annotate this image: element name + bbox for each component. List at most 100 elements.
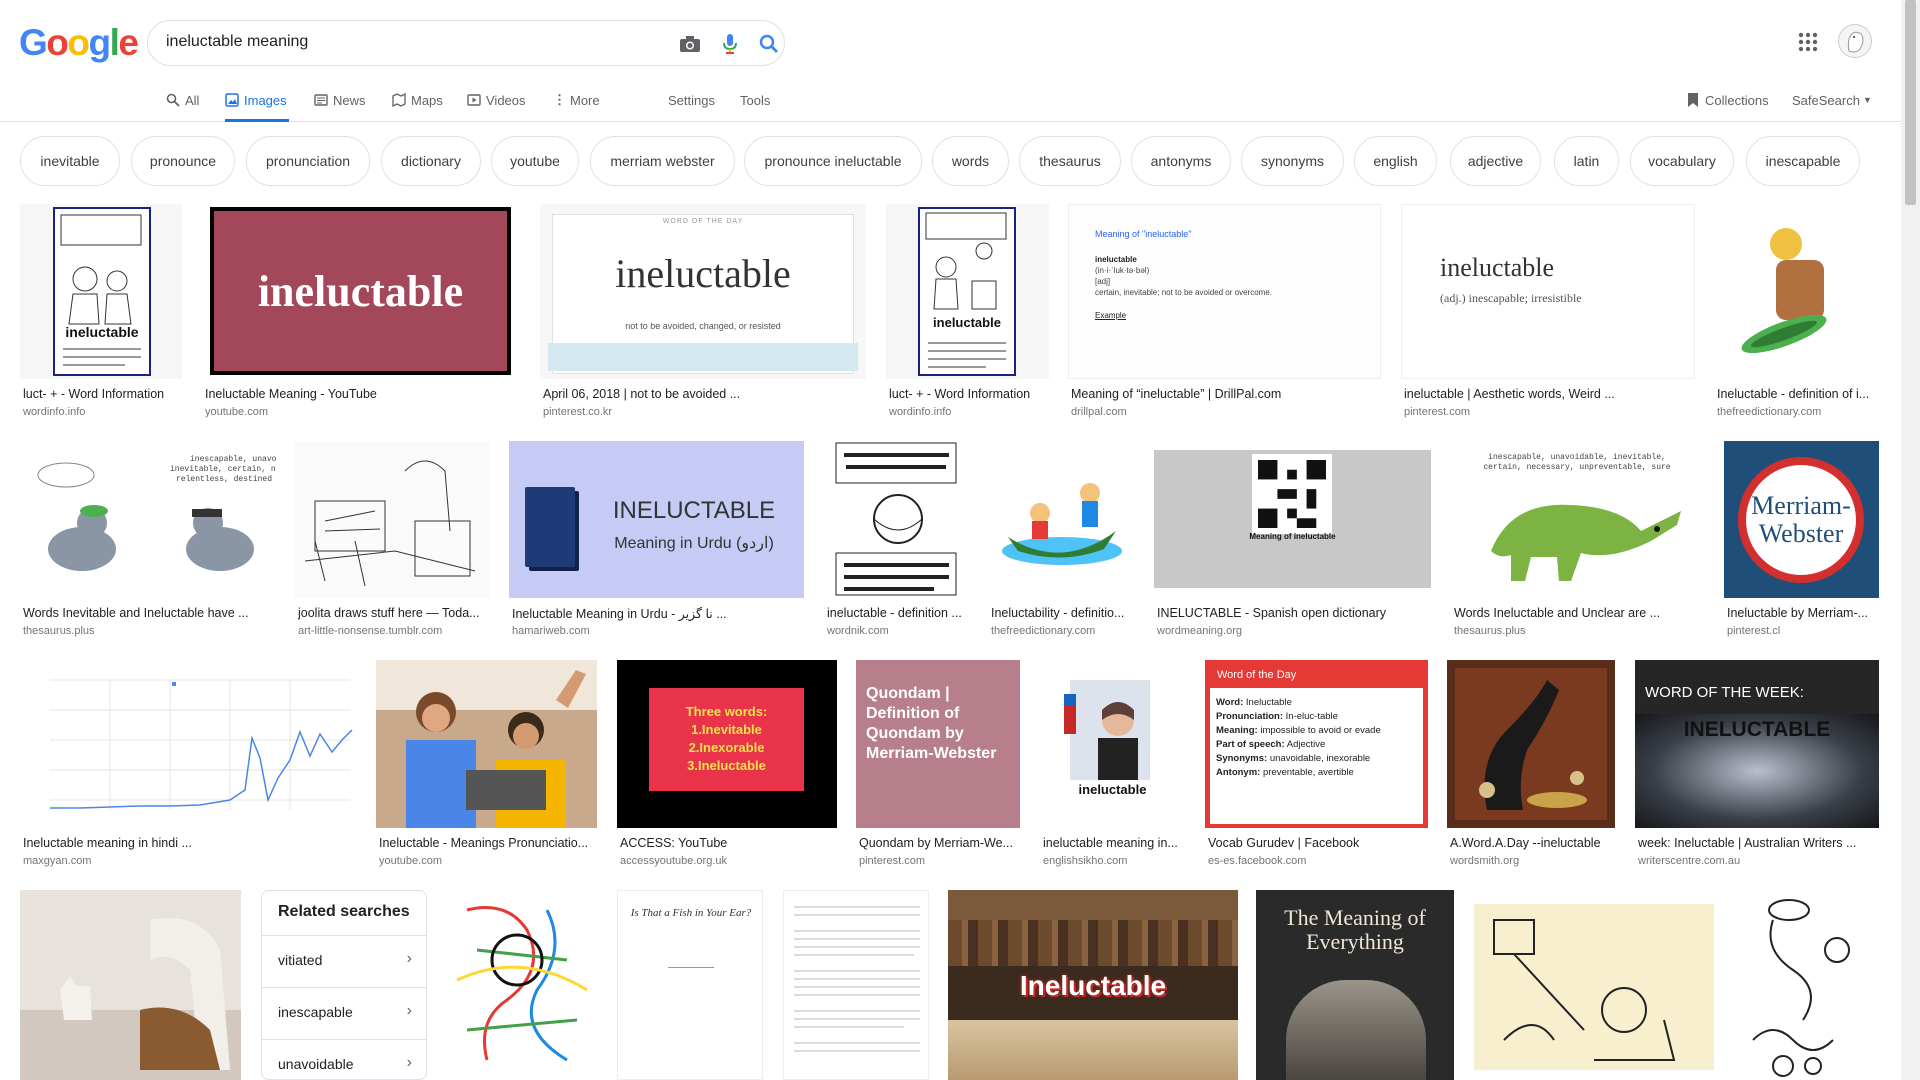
tab-maps[interactable]: Maps (392, 78, 443, 122)
image-result[interactable]: ineluctable ineluctable meaning in... en… (1040, 660, 1185, 872)
result-thumbnail: ineluctable (1040, 660, 1185, 828)
image-result[interactable]: Ineluctable meaning in hindi ... maxgyan… (20, 660, 356, 872)
caret-down-icon: ▼ (1862, 95, 1872, 105)
collections-button[interactable]: Collections (1686, 78, 1769, 122)
thumbnail-text: ineluctable (214, 211, 507, 371)
image-result[interactable]: ineluctable Ineluctable Meaning - YouTub… (202, 204, 516, 424)
tab-settings[interactable]: Settings (668, 78, 715, 122)
chip-dictionary[interactable]: dictionary (381, 136, 481, 186)
image-result[interactable]: Quondam | Definition of Quondam by Merri… (856, 660, 1020, 872)
image-result[interactable]: ineluctable luct- + - Word Information w… (886, 204, 1049, 424)
image-result[interactable]: The Meaning of Everything (1256, 890, 1454, 1080)
result-thumbnail: The Meaning of Everything (1256, 890, 1454, 1080)
tab-images[interactable]: Images (225, 78, 289, 122)
tab-all[interactable]: All (166, 78, 199, 122)
chip-english[interactable]: english (1354, 136, 1437, 186)
chip-pronunciation[interactable]: pronunciation (246, 136, 370, 186)
thumbnail-text: Quondam | Definition of Quondam by Merri… (866, 685, 997, 762)
microphone-icon[interactable] (718, 32, 742, 56)
chip-pronounce-ineluctable[interactable]: pronounce ineluctable (744, 136, 922, 186)
scrollbar-thumb[interactable] (1905, 0, 1916, 205)
camera-icon[interactable] (678, 32, 702, 56)
image-result[interactable]: Three words: 1.Inevitable 2.Inexorable 3… (617, 660, 837, 872)
result-title: ACCESS: YouTube (620, 836, 728, 850)
tab-news[interactable]: News (314, 78, 366, 122)
chip-inescapable[interactable]: inescapable (1746, 136, 1860, 186)
account-avatar[interactable] (1838, 24, 1872, 58)
search-icon[interactable] (757, 32, 781, 56)
related-search-label: vitiated (278, 952, 323, 968)
google-logo[interactable]: Google (19, 22, 139, 64)
thumbnail-text: WORD OF THE WEEK: (1645, 684, 1804, 701)
svg-text:relentless, destined: relentless, destined (176, 475, 272, 484)
thumbnail-line: 1.Inevitable (691, 722, 762, 737)
result-source: wordsmith.org (1450, 855, 1520, 867)
chip-synonyms[interactable]: synonyms (1241, 136, 1344, 186)
image-icon (225, 93, 239, 107)
thumbnail-subtext: (adj.) inescapable; irresistible (1440, 291, 1582, 305)
image-result[interactable]: Ineluctability - definitio... thefreedic… (988, 441, 1135, 643)
image-result[interactable]: inescapable, unavoidable,inevitable, cer… (20, 441, 276, 643)
chip-thesaurus[interactable]: thesaurus (1019, 136, 1121, 186)
chip-inevitable[interactable]: inevitable (20, 136, 120, 186)
apps-grid-icon[interactable] (1796, 30, 1820, 54)
related-search-item[interactable]: unavoidable › (262, 1039, 426, 1080)
chip-latin[interactable]: latin (1554, 136, 1619, 186)
result-title: Ineluctable meaning in hindi ... (23, 836, 192, 850)
news-icon (314, 94, 328, 106)
result-source: es-es.facebook.com (1208, 855, 1307, 867)
image-result[interactable] (783, 890, 929, 1080)
image-result[interactable]: Word of the Day Word: Ineluctable Pronun… (1205, 660, 1428, 872)
image-result[interactable]: Meaning of ineluctable INELUCTABLE - Spa… (1154, 441, 1431, 643)
image-result[interactable] (1474, 890, 1714, 1080)
result-source: pinterest.cl (1727, 625, 1781, 637)
tab-videos-label: Videos (486, 92, 526, 108)
result-thumbnail: inescapable, unavoidable, inevitable, cer… (1451, 441, 1705, 598)
svg-text:certain, necessary, unpreventa: certain, necessary, unpreventable, sure (1483, 463, 1670, 472)
image-result[interactable] (1733, 890, 1879, 1080)
tab-more[interactable]: ⋮ More (553, 78, 600, 122)
chip-adjective[interactable]: adjective (1450, 136, 1541, 186)
image-result[interactable]: Ineluctable (948, 890, 1238, 1080)
image-result[interactable]: A.Word.A.Day --ineluctable wordsmith.org (1447, 660, 1615, 872)
safesearch-button[interactable]: SafeSearch ▼ (1792, 78, 1872, 122)
image-result[interactable]: inescapable, unavoidable, inevitable, cer… (1451, 441, 1705, 643)
result-thumbnail: ineluctable (20, 204, 182, 379)
image-result[interactable]: Ineluctable - Meanings Pronunciatio... y… (376, 660, 597, 872)
image-result[interactable]: WORD OF THE DAY ineluctable not to be av… (540, 204, 866, 424)
image-result[interactable]: Merriam-Webster Ineluctable by Merriam-.… (1724, 441, 1879, 643)
image-result[interactable]: joolita draws stuff here — Toda... art-l… (295, 441, 490, 643)
tab-tools[interactable]: Tools (740, 78, 770, 122)
image-result[interactable]: Ineluctable - definition of i... thefree… (1714, 204, 1878, 424)
chip-pronounce[interactable]: pronounce (131, 136, 235, 186)
thumbnail-text: ineluctable (1440, 253, 1555, 282)
image-result[interactable]: Is That a Fish in Your Ear? (617, 890, 763, 1080)
result-source: thefreedictionary.com (1717, 406, 1822, 418)
chip-merriam-webster[interactable]: merriam webster (590, 136, 735, 186)
result-source: englishsikho.com (1043, 855, 1128, 867)
related-search-item[interactable]: inescapable › (262, 987, 426, 1037)
image-result[interactable]: INELUCTABLE Meaning in Urdu (اردو) Inelu… (509, 441, 804, 643)
chevron-right-icon: › (406, 1002, 412, 1019)
search-input[interactable] (166, 33, 606, 51)
map-icon (392, 93, 406, 107)
chip-vocabulary[interactable]: vocabulary (1630, 136, 1734, 186)
chip-words[interactable]: words (932, 136, 1009, 186)
vertical-scrollbar[interactable] (1901, 0, 1920, 1080)
chip-antonyms[interactable]: antonyms (1131, 136, 1231, 186)
result-source: pinterest.com (859, 855, 926, 867)
image-result[interactable]: ineluctable - definition ... wordnik.com (824, 441, 969, 643)
image-result[interactable]: ineluctable (adj.) inescapable; irresist… (1401, 204, 1695, 424)
result-source: writerscentre.com.au (1638, 855, 1741, 867)
result-title: ineluctable meaning in... (1043, 836, 1178, 850)
image-result[interactable]: Meaning of "ineluctable" ineluctable (in… (1068, 204, 1381, 424)
image-result[interactable] (447, 890, 597, 1080)
tab-videos[interactable]: Videos (467, 78, 526, 122)
result-title: luct- + - Word Information (23, 387, 165, 401)
image-result[interactable]: WORD OF THE WEEK: INELUCTABLE week: Inel… (1635, 660, 1879, 872)
safesearch-label: SafeSearch (1792, 92, 1860, 108)
related-search-item[interactable]: vitiated › (262, 935, 426, 985)
chip-youtube[interactable]: youtube (491, 136, 579, 186)
image-result[interactable] (20, 890, 241, 1080)
image-result[interactable]: ineluctable luct- + - Word Information w… (20, 204, 182, 424)
